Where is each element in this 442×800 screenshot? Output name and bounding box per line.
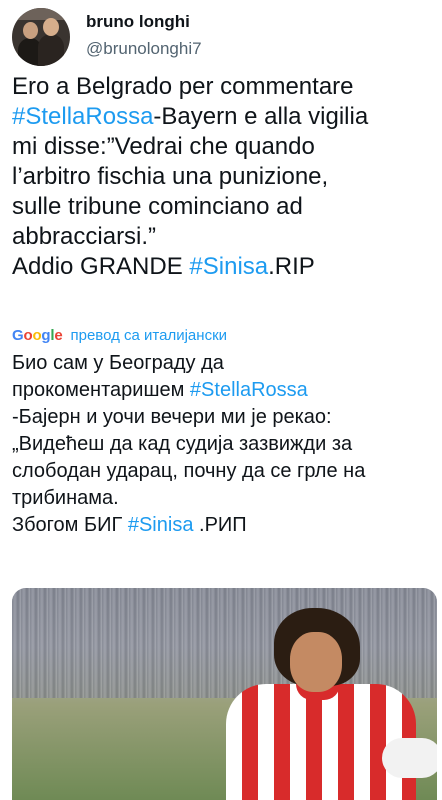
author-display-name[interactable]: bruno longhi	[86, 12, 190, 32]
hashtag-link-stellarossa[interactable]: #StellaRossa	[190, 379, 308, 401]
tweet-media-photo[interactable]	[12, 588, 437, 800]
photo-player-shirt	[226, 684, 416, 800]
tweet-text: Ero a Belgrado per commentare #StellaRos…	[12, 72, 432, 282]
translation-attribution: Google превод са италијански	[12, 325, 227, 345]
hashtag-link-sinisa[interactable]: #Sinisa	[128, 514, 194, 536]
tweet-line: mi disse:”Vedrai che quando	[12, 133, 315, 160]
translated-line: Збогом БИГ #Sinisa .РИП	[12, 512, 432, 539]
photo-player-face	[290, 632, 342, 692]
tweet-line: abbracciarsi.”	[12, 223, 157, 250]
tweet-line-text: Addio GRANDE	[12, 253, 190, 280]
translated-line-text: .РИП	[193, 514, 247, 536]
translated-line: „Видећеш да кад судија зазвижди за	[12, 433, 353, 455]
tweet-header: bruno longhi @brunolonghi7	[12, 8, 430, 68]
translated-line-text: Збогом БИГ	[12, 514, 128, 536]
tweet-line: l’arbitro fischia una punizione,	[12, 163, 329, 190]
hashtag-link-stellarossa[interactable]: #StellaRossa	[12, 103, 153, 130]
tweet-line: Ero a Belgrado per commentare	[12, 73, 354, 100]
author-handle[interactable]: @brunolonghi7	[86, 39, 202, 59]
translated-line: прокоментаришем #StellaRossa	[12, 377, 432, 404]
tweet: bruno longhi @brunolonghi7 Ero a Belgrad…	[0, 0, 442, 800]
hashtag-link-sinisa[interactable]: #Sinisa	[189, 253, 268, 280]
translated-line: слободан ударац, почну да се грле на	[12, 460, 366, 482]
tweet-line: Addio GRANDE #Sinisa.RIP	[12, 252, 432, 282]
tweet-line: #StellaRossa-Bayern e alla vigilia	[12, 102, 432, 132]
avatar[interactable]	[12, 8, 70, 66]
tweet-line-text: -Bayern e alla vigilia	[153, 103, 369, 130]
translated-text: Био сам у Београду да прокоментаришем #S…	[12, 350, 432, 539]
tweet-line-text: .RIP	[268, 253, 315, 280]
google-logo: Google	[12, 326, 63, 344]
translated-line: Био сам у Београду да	[12, 352, 224, 374]
translation-source-link[interactable]: превод са италијански	[71, 327, 228, 344]
tweet-line: sulle tribune cominciano ad	[12, 193, 303, 220]
translated-line: трибинама.	[12, 487, 119, 509]
translated-line-text: прокоментаришем	[12, 379, 190, 401]
photo-background-crowd	[12, 588, 437, 698]
translated-line: -Бајерн и уочи вечери ми је рекао:	[12, 406, 332, 428]
